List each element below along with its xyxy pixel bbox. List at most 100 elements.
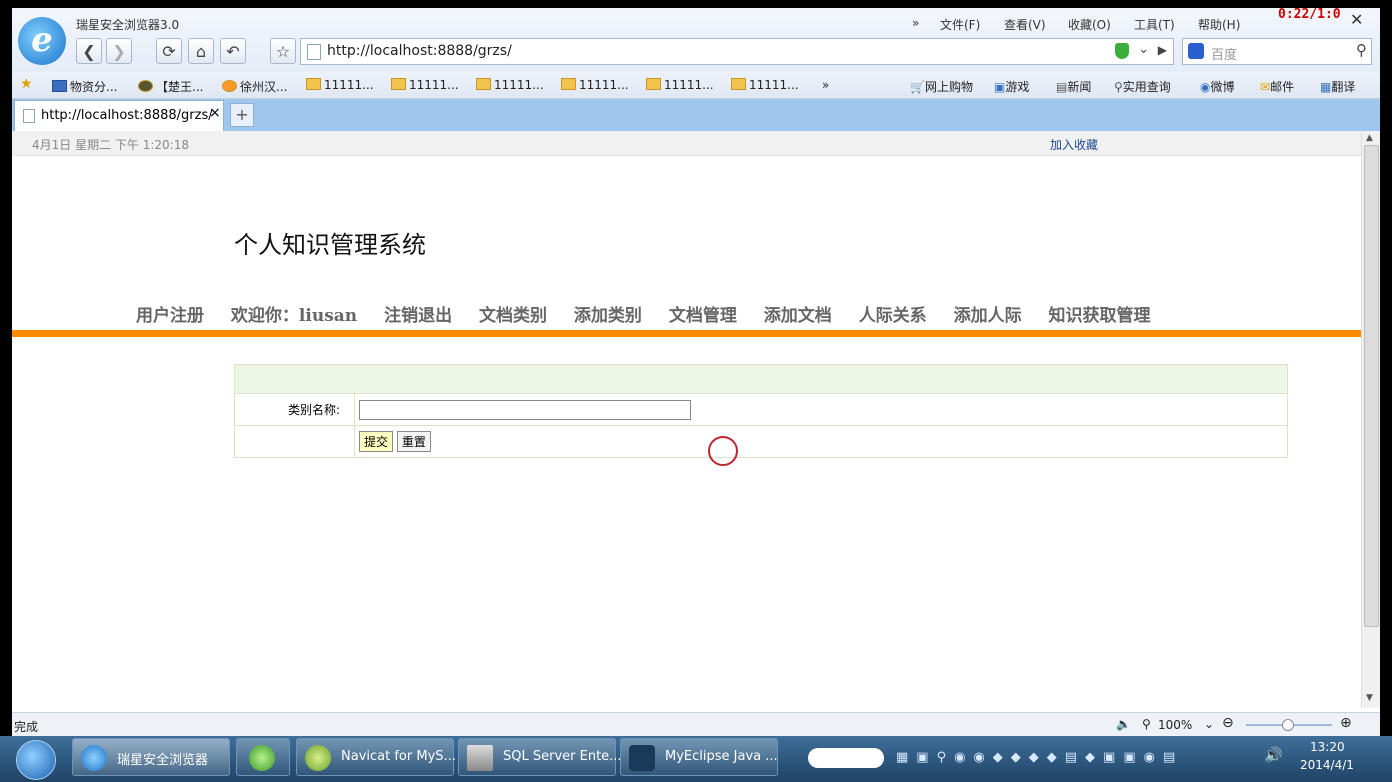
site-icon (222, 80, 237, 92)
bookmark-star-button[interactable]: ☆ (270, 38, 296, 64)
clock-date[interactable]: 2014/4/1 (1300, 758, 1354, 772)
navicat-icon (305, 745, 331, 771)
menu-tools[interactable]: 工具(T) (1134, 16, 1175, 33)
menu-help[interactable]: 帮助(H) (1198, 16, 1240, 33)
fav-folder[interactable]: 11111... (391, 78, 459, 92)
datetime-text: 4月1日 星期二 下午 1:20:18 (32, 138, 189, 152)
search-icon[interactable]: ⚲ (1356, 41, 1367, 59)
form-header (234, 364, 1288, 394)
fav-shopping[interactable]: 🛒网上购物 (910, 78, 973, 95)
menu-more[interactable]: » (912, 16, 919, 30)
site-icon (138, 80, 153, 92)
folder-icon (476, 78, 491, 90)
folder-icon (731, 78, 746, 90)
taskbar-item-myeclipse[interactable]: MyEclipse Java ... (620, 738, 778, 776)
fav-folder[interactable]: 11111... (306, 78, 374, 92)
nav-contacts[interactable]: 人际关系 (859, 306, 927, 326)
search-placeholder: 百度 (1211, 48, 1238, 63)
browser-logo-icon: e (18, 17, 66, 65)
menu-file[interactable]: 文件(F) (940, 16, 980, 33)
tab-title: http://localhost:8888/grzs/ (41, 108, 213, 123)
fav-item[interactable]: 物资分... (52, 78, 117, 95)
go-icon[interactable]: ▶ (1158, 43, 1167, 57)
close-icon[interactable]: ✕ (1350, 10, 1363, 29)
back-button[interactable]: ❮ (76, 38, 102, 64)
shield-icon (1115, 43, 1129, 59)
browser-green-icon (249, 745, 275, 771)
submit-button[interactable]: 提交 (359, 431, 394, 452)
zoom-dropdown-icon[interactable]: ⌄ (1204, 717, 1214, 731)
site-icon (52, 80, 67, 92)
category-name-label: 类别名称: (234, 393, 355, 426)
fav-item[interactable]: 徐州汉... (222, 78, 287, 95)
tab-close-icon[interactable]: × (209, 105, 221, 121)
nav-divider (12, 330, 1361, 337)
fav-query[interactable]: ⚲实用查询 (1114, 78, 1171, 95)
add-category-form: 类别名称: 提交 重置 (234, 364, 1288, 458)
zoom-icon[interactable]: ⚲ (1142, 717, 1151, 731)
address-bar[interactable]: http://localhost:8888/grzs/ ⌄ ▶ (300, 38, 1174, 65)
tab-bar: http://localhost:8888/grzs/ × + (12, 99, 1380, 131)
scroll-up-icon[interactable]: ▲ (1366, 133, 1373, 143)
menu-view[interactable]: 查看(V) (1004, 16, 1046, 33)
start-button[interactable] (16, 740, 56, 780)
volume-icon[interactable]: 🔊 (1264, 746, 1283, 764)
add-bookmark-link[interactable]: 加入收藏 (1050, 136, 1098, 153)
zoom-in-icon[interactable]: ⊕ (1340, 715, 1352, 731)
baidu-paw-icon (1188, 43, 1204, 59)
fav-more[interactable]: » (822, 78, 829, 92)
browser-title: 瑞星安全浏览器3.0 (76, 18, 180, 32)
browser-icon (81, 745, 107, 771)
fav-item[interactable]: 【楚王... (138, 78, 203, 95)
chevron-down-icon[interactable]: ⌄ (1138, 42, 1149, 57)
browser-window: e 瑞星安全浏览器3.0 » 文件(F) 查看(V) 收藏(O) 工具(T) 帮… (12, 8, 1380, 736)
nav-add-contact[interactable]: 添加人际 (954, 306, 1022, 326)
tab-current[interactable]: http://localhost:8888/grzs/ × (14, 100, 224, 131)
search-input[interactable]: 百度 ⚲ (1182, 38, 1372, 65)
news-icon: ▤ (1056, 80, 1068, 94)
fav-folder[interactable]: 11111... (646, 78, 714, 92)
nav-register[interactable]: 用户注册 (136, 306, 204, 326)
favorites-star-icon[interactable]: ★ (20, 76, 33, 92)
nav-knowledge-manage[interactable]: 知识获取管理 (1049, 306, 1151, 326)
tray-icons[interactable]: ▦▣⚲◉◉◆◆◆◆▤◆▣▣◉▤ (896, 750, 1242, 766)
taskbar-search-box[interactable] (808, 748, 884, 768)
zoom-out-icon[interactable]: ⊖ (1222, 715, 1234, 731)
vertical-scrollbar[interactable]: ▲ ▼ (1361, 131, 1380, 708)
myeclipse-icon (629, 745, 655, 771)
fav-news[interactable]: ▤新闻 (1056, 78, 1091, 95)
fav-weibo[interactable]: ◉微博 (1200, 78, 1235, 95)
taskbar-item-browser2[interactable] (236, 738, 290, 776)
forward-button[interactable]: ❯ (106, 38, 132, 64)
fav-translate[interactable]: ▦翻译 (1320, 78, 1355, 95)
speaker-icon[interactable]: 🔈 (1116, 717, 1131, 731)
reset-button[interactable]: 重置 (396, 431, 431, 452)
taskbar-item-sqlserver[interactable]: SQL Server Ente... (458, 738, 622, 776)
taskbar-item-navicat[interactable]: Navicat for MyS... (296, 738, 456, 776)
main-nav: 用户注册 欢迎你：liusan 注销退出 文档类别 添加类别 文档管理 添加文档… (136, 301, 1172, 326)
new-tab-button[interactable]: + (230, 103, 254, 127)
nav-logout[interactable]: 注销退出 (384, 306, 452, 326)
fav-folder[interactable]: 11111... (561, 78, 629, 92)
mail-icon: ✉ (1260, 80, 1271, 94)
nav-doc-categories[interactable]: 文档类别 (479, 306, 547, 326)
nav-doc-manage[interactable]: 文档管理 (669, 306, 737, 326)
zoom-level[interactable]: 100% (1158, 718, 1192, 732)
scroll-down-icon[interactable]: ▼ (1366, 693, 1373, 703)
category-name-input[interactable] (359, 399, 691, 420)
clock-time[interactable]: 13:20 (1310, 740, 1345, 754)
fav-games[interactable]: ▣游戏 (994, 78, 1029, 95)
folder-icon (646, 78, 661, 90)
zoom-slider-knob[interactable] (1282, 719, 1294, 731)
menu-favorites[interactable]: 收藏(O) (1068, 16, 1111, 33)
fav-mail[interactable]: ✉邮件 (1260, 78, 1294, 95)
nav-add-category[interactable]: 添加类别 (574, 306, 642, 326)
home-button[interactable]: ⌂ (188, 38, 214, 64)
fav-folder[interactable]: 11111... (731, 78, 799, 92)
undo-close-button[interactable]: ↶ (220, 38, 246, 64)
scroll-thumb[interactable] (1364, 145, 1379, 627)
nav-add-doc[interactable]: 添加文档 (764, 306, 832, 326)
taskbar-item-browser[interactable]: 瑞星安全浏览器 (72, 738, 230, 776)
refresh-button[interactable]: ⟳ (156, 38, 182, 64)
fav-folder[interactable]: 11111... (476, 78, 544, 92)
